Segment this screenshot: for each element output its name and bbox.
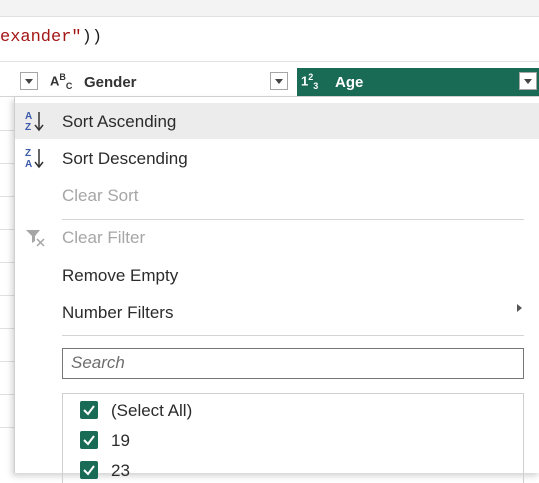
grid-line: [0, 328, 14, 329]
remove-empty-label: Remove Empty: [62, 266, 179, 285]
text-type-icon[interactable]: ABC: [50, 72, 72, 91]
svg-text:A: A: [25, 159, 32, 170]
number-filters-item[interactable]: Number Filters: [15, 294, 539, 330]
checkbox-checked-icon[interactable]: [80, 431, 98, 449]
formula-string: exander: [0, 28, 72, 47]
value-item[interactable]: 19: [80, 428, 480, 452]
number-type-icon[interactable]: 123: [301, 72, 318, 91]
sort-ascending-icon: A Z: [25, 111, 44, 133]
formula-text[interactable]: exander")): [0, 28, 102, 47]
top-strip: [0, 0, 539, 17]
grid-line: [0, 229, 14, 230]
formula-bar[interactable]: exander")): [0, 17, 539, 62]
remove-empty-item[interactable]: Remove Empty: [15, 257, 539, 293]
value-label: (Select All): [111, 401, 193, 420]
column-header-age[interactable]: 123 Age: [297, 68, 539, 96]
clear-filter-item: Clear Filter: [15, 219, 539, 255]
previous-column-filter-button[interactable]: [20, 72, 38, 90]
value-label: 19: [111, 431, 130, 450]
column-header-row: ABC Gender 123 Age: [0, 68, 539, 97]
number-filters-label: Number Filters: [62, 303, 174, 322]
grid-line: [0, 196, 14, 197]
value-label: 23: [111, 461, 130, 480]
sort-ascending-item[interactable]: A Z Sort Ascending: [15, 103, 539, 139]
svg-text:A: A: [25, 111, 32, 122]
formula-closing: )): [81, 28, 103, 47]
column-filter-menu: A Z Sort Ascending Z A Sort Descending C…: [14, 97, 539, 483]
clear-sort-label: Clear Sort: [62, 186, 139, 205]
grid-line: [0, 361, 14, 362]
menu-separator: [62, 335, 524, 336]
column-label-age: Age: [335, 74, 364, 91]
sort-ascending-label: Sort Ascending: [62, 112, 177, 131]
clear-sort-item: Clear Sort: [15, 177, 539, 213]
grid-line: [0, 394, 14, 395]
search-box[interactable]: [62, 348, 524, 379]
sort-descending-label: Sort Descending: [62, 149, 188, 168]
sort-descending-item[interactable]: Z A Sort Descending: [15, 140, 539, 176]
checkbox-checked-icon[interactable]: [80, 461, 98, 479]
column-header-gender[interactable]: ABC Gender: [46, 68, 296, 96]
svg-text:Z: Z: [25, 148, 31, 159]
grid-line: [0, 262, 14, 263]
grid-line: [0, 163, 14, 164]
sort-descending-icon: Z A: [25, 148, 44, 170]
svg-text:Z: Z: [25, 122, 31, 133]
value-item[interactable]: 23: [80, 458, 480, 482]
clear-filter-label: Clear Filter: [62, 228, 146, 247]
gender-filter-button[interactable]: [270, 72, 288, 90]
values-list[interactable]: (Select All) 19 23: [62, 393, 524, 483]
submenu-arrow-icon: [517, 304, 522, 312]
search-input[interactable]: [63, 349, 519, 376]
checkbox-checked-icon[interactable]: [80, 401, 98, 419]
formula-quote: ": [71, 28, 82, 47]
grid-line: [0, 130, 14, 131]
grid-line: [0, 295, 14, 296]
select-all-item[interactable]: (Select All): [80, 398, 480, 422]
age-filter-button[interactable]: [519, 72, 537, 90]
grid-rows: [0, 97, 14, 473]
grid-line: [0, 427, 14, 428]
clear-filter-icon: [26, 230, 45, 247]
column-label-gender: Gender: [84, 74, 137, 91]
